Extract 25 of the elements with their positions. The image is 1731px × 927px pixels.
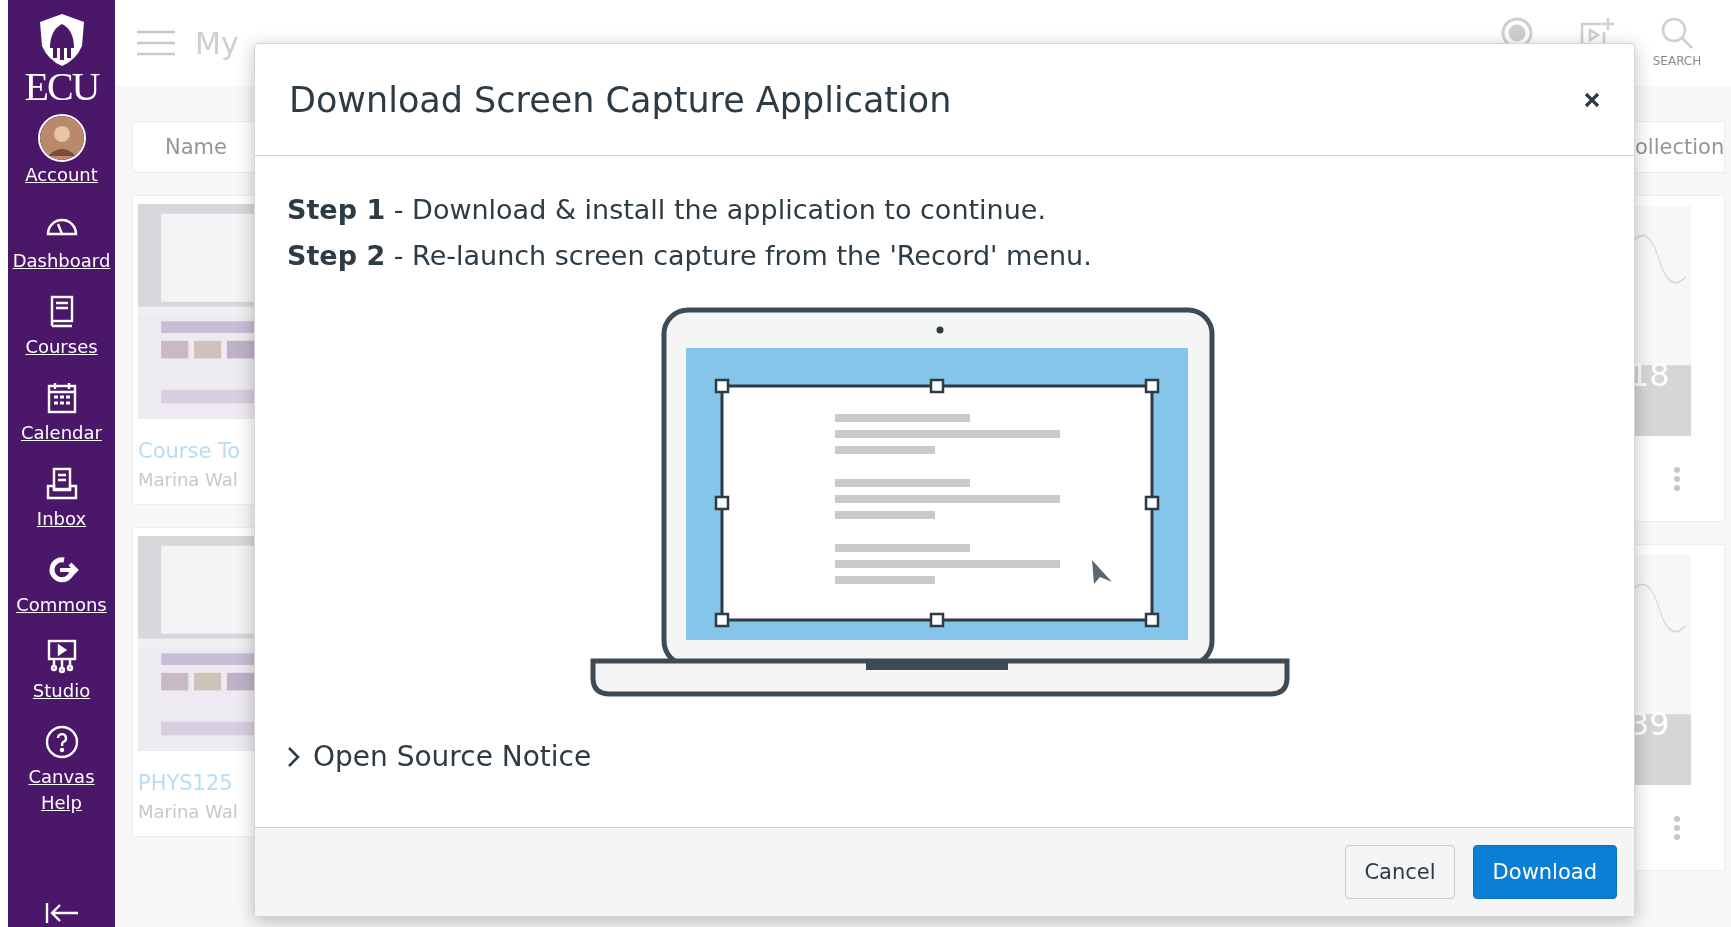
more-icon[interactable] [1673, 466, 1681, 492]
nav-link[interactable]: Commons [11, 552, 112, 618]
more-icon[interactable] [1673, 815, 1681, 841]
action-label: SEARCH [1652, 54, 1702, 68]
help-icon [43, 724, 80, 760]
dialog-title: Download Screen Capture Application [289, 79, 953, 120]
close-icon[interactable] [1584, 91, 1600, 108]
nav-link[interactable]: Studio [11, 638, 112, 704]
cancel-button[interactable]: Cancel [1345, 845, 1455, 899]
menu-icon[interactable] [137, 30, 175, 56]
step-text: Step 1 - Download & install the application to continue. [287, 194, 1047, 226]
nav-link[interactable]: Dashboard [11, 208, 112, 274]
nav-link[interactable]: Courses [11, 294, 112, 360]
nav-link[interactable]: Inbox [11, 466, 112, 532]
search-icon[interactable] [1660, 16, 1694, 50]
nav-link[interactable]: Canvas Help [11, 724, 112, 816]
chevron-icon [287, 745, 301, 768]
logo-text[interactable]: ECU [24, 68, 99, 106]
nav-link[interactable]: Account [11, 114, 112, 188]
collapse-icon[interactable] [43, 901, 80, 925]
nav-link[interactable]: Calendar [11, 380, 112, 446]
download-button[interactable]: Download [1472, 845, 1617, 899]
avatar-icon [37, 114, 86, 162]
disclosure-toggle[interactable]: Open Source Notice [287, 740, 592, 773]
step-text: Step 2 - Re-launch screen capture from the 'Record' menu. [287, 240, 1093, 272]
